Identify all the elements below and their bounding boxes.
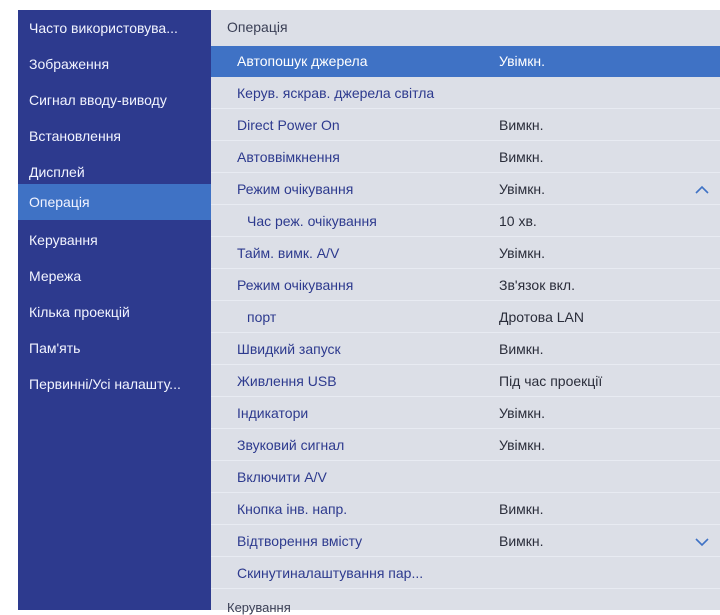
sidebar-item-image[interactable]: Зображення xyxy=(18,46,211,82)
setting-row-sleep-mode[interactable]: Режим очікування Увімкн. xyxy=(211,174,720,205)
setting-value: Увімкн. xyxy=(499,181,546,197)
sidebar-item-operation[interactable]: Операція xyxy=(18,184,211,220)
setting-label: Час реж. очікування xyxy=(247,213,377,229)
setting-row-direct-power-on[interactable]: Direct Power On Вимкн. xyxy=(211,110,720,141)
setting-label: Швидкий запуск xyxy=(237,341,341,357)
setting-row-invert-button[interactable]: Кнопка інв. напр. Вимкн. xyxy=(211,494,720,525)
sidebar-item-reset-all[interactable]: Первинні/Усі налашту... xyxy=(18,366,211,402)
setting-label: Звуковий сигнал xyxy=(237,437,345,453)
setting-row-light-brightness-control[interactable]: Керув. яскрав. джерела світла xyxy=(211,78,720,109)
setting-label: Режим очікування xyxy=(237,277,354,293)
setting-value: Увімкн. xyxy=(499,437,546,453)
sidebar-menu: Часто використовува... Зображення Сигнал… xyxy=(18,10,211,610)
setting-row-usb-power[interactable]: Живлення USB Під час проекції xyxy=(211,366,720,397)
setting-value: Вимкн. xyxy=(499,149,544,165)
setting-row-sleep-mode-timer[interactable]: Час реж. очікування 10 хв. xyxy=(211,206,720,237)
setting-value: Вимкн. xyxy=(499,341,544,357)
setting-value: Вимкн. xyxy=(499,501,544,517)
setting-value: Вимкн. xyxy=(499,117,544,133)
setting-value: Увімкн. xyxy=(499,245,546,261)
sidebar-item-management[interactable]: Керування xyxy=(18,222,211,258)
setting-row-av-mute-timer[interactable]: Тайм. вимк. A/V Увімкн. xyxy=(211,238,720,269)
setting-value: Вимкн. xyxy=(499,533,544,549)
setting-row-auto-source-search[interactable]: Автопошук джерела Увімкн. xyxy=(211,46,720,77)
setting-label: Автоввімкнення xyxy=(237,149,340,165)
setting-value: Під час проекції xyxy=(499,373,603,389)
sidebar-item-signal-io[interactable]: Сигнал вводу-виводу xyxy=(18,82,211,118)
setting-label: Автопошук джерела xyxy=(237,53,368,69)
setting-row-port[interactable]: порт Дротова LAN xyxy=(211,302,720,333)
sidebar-item-memory[interactable]: Пам'ять xyxy=(18,330,211,366)
setting-label: Кнопка інв. напр. xyxy=(237,501,348,517)
setting-label: Скинутиналаштування пар... xyxy=(237,565,424,581)
sidebar-item-frequently-used[interactable]: Часто використовува... xyxy=(18,10,211,46)
setting-value: 10 хв. xyxy=(499,213,537,229)
setting-row-beep[interactable]: Звуковий сигнал Увімкн. xyxy=(211,430,720,461)
setting-row-auto-power-on[interactable]: Автоввімкнення Вимкн. xyxy=(211,142,720,173)
setting-label: Режим очікування xyxy=(237,181,354,197)
setting-label: Відтворення вмісту xyxy=(237,533,363,549)
setting-row-av-output[interactable]: Включити A/V xyxy=(211,462,720,493)
setting-row-content-playback[interactable]: Відтворення вмісту Вимкн. xyxy=(211,526,720,557)
settings-panel: Операція Автопошук джерела Увімкн. Керув… xyxy=(211,10,720,615)
setting-value: Зв'язок вкл. xyxy=(499,277,575,293)
setting-label: Індикатори xyxy=(237,405,309,421)
setting-label: Direct Power On xyxy=(237,117,340,133)
sidebar-item-network[interactable]: Мережа xyxy=(18,258,211,294)
setting-value: Увімкн. xyxy=(499,405,546,421)
setting-label: порт xyxy=(247,309,277,325)
setting-row-reset-settings[interactable]: Скинутиналаштування пар... xyxy=(211,558,720,589)
sidebar-item-installation[interactable]: Встановлення xyxy=(18,118,211,154)
setting-row-standby-mode[interactable]: Режим очікування Зв'язок вкл. xyxy=(211,270,720,301)
setting-label: Тайм. вимк. A/V xyxy=(237,245,340,261)
setting-row-quick-startup[interactable]: Швидкий запуск Вимкн. xyxy=(211,334,720,365)
next-section-title: Керування xyxy=(227,600,291,615)
panel-title: Операція xyxy=(227,19,288,35)
setting-row-indicators[interactable]: Індикатори Увімкн. xyxy=(211,398,720,429)
setting-value: Увімкн. xyxy=(499,53,546,69)
chevron-up-icon[interactable] xyxy=(694,182,710,198)
setting-label: Включити A/V xyxy=(237,469,327,485)
setting-label: Живлення USB xyxy=(237,373,337,389)
sidebar-item-multi-projection[interactable]: Кілька проекцій xyxy=(18,294,211,330)
setting-value: Дротова LAN xyxy=(499,309,584,325)
setting-label: Керув. яскрав. джерела світла xyxy=(237,85,435,101)
chevron-down-icon[interactable] xyxy=(694,534,710,550)
